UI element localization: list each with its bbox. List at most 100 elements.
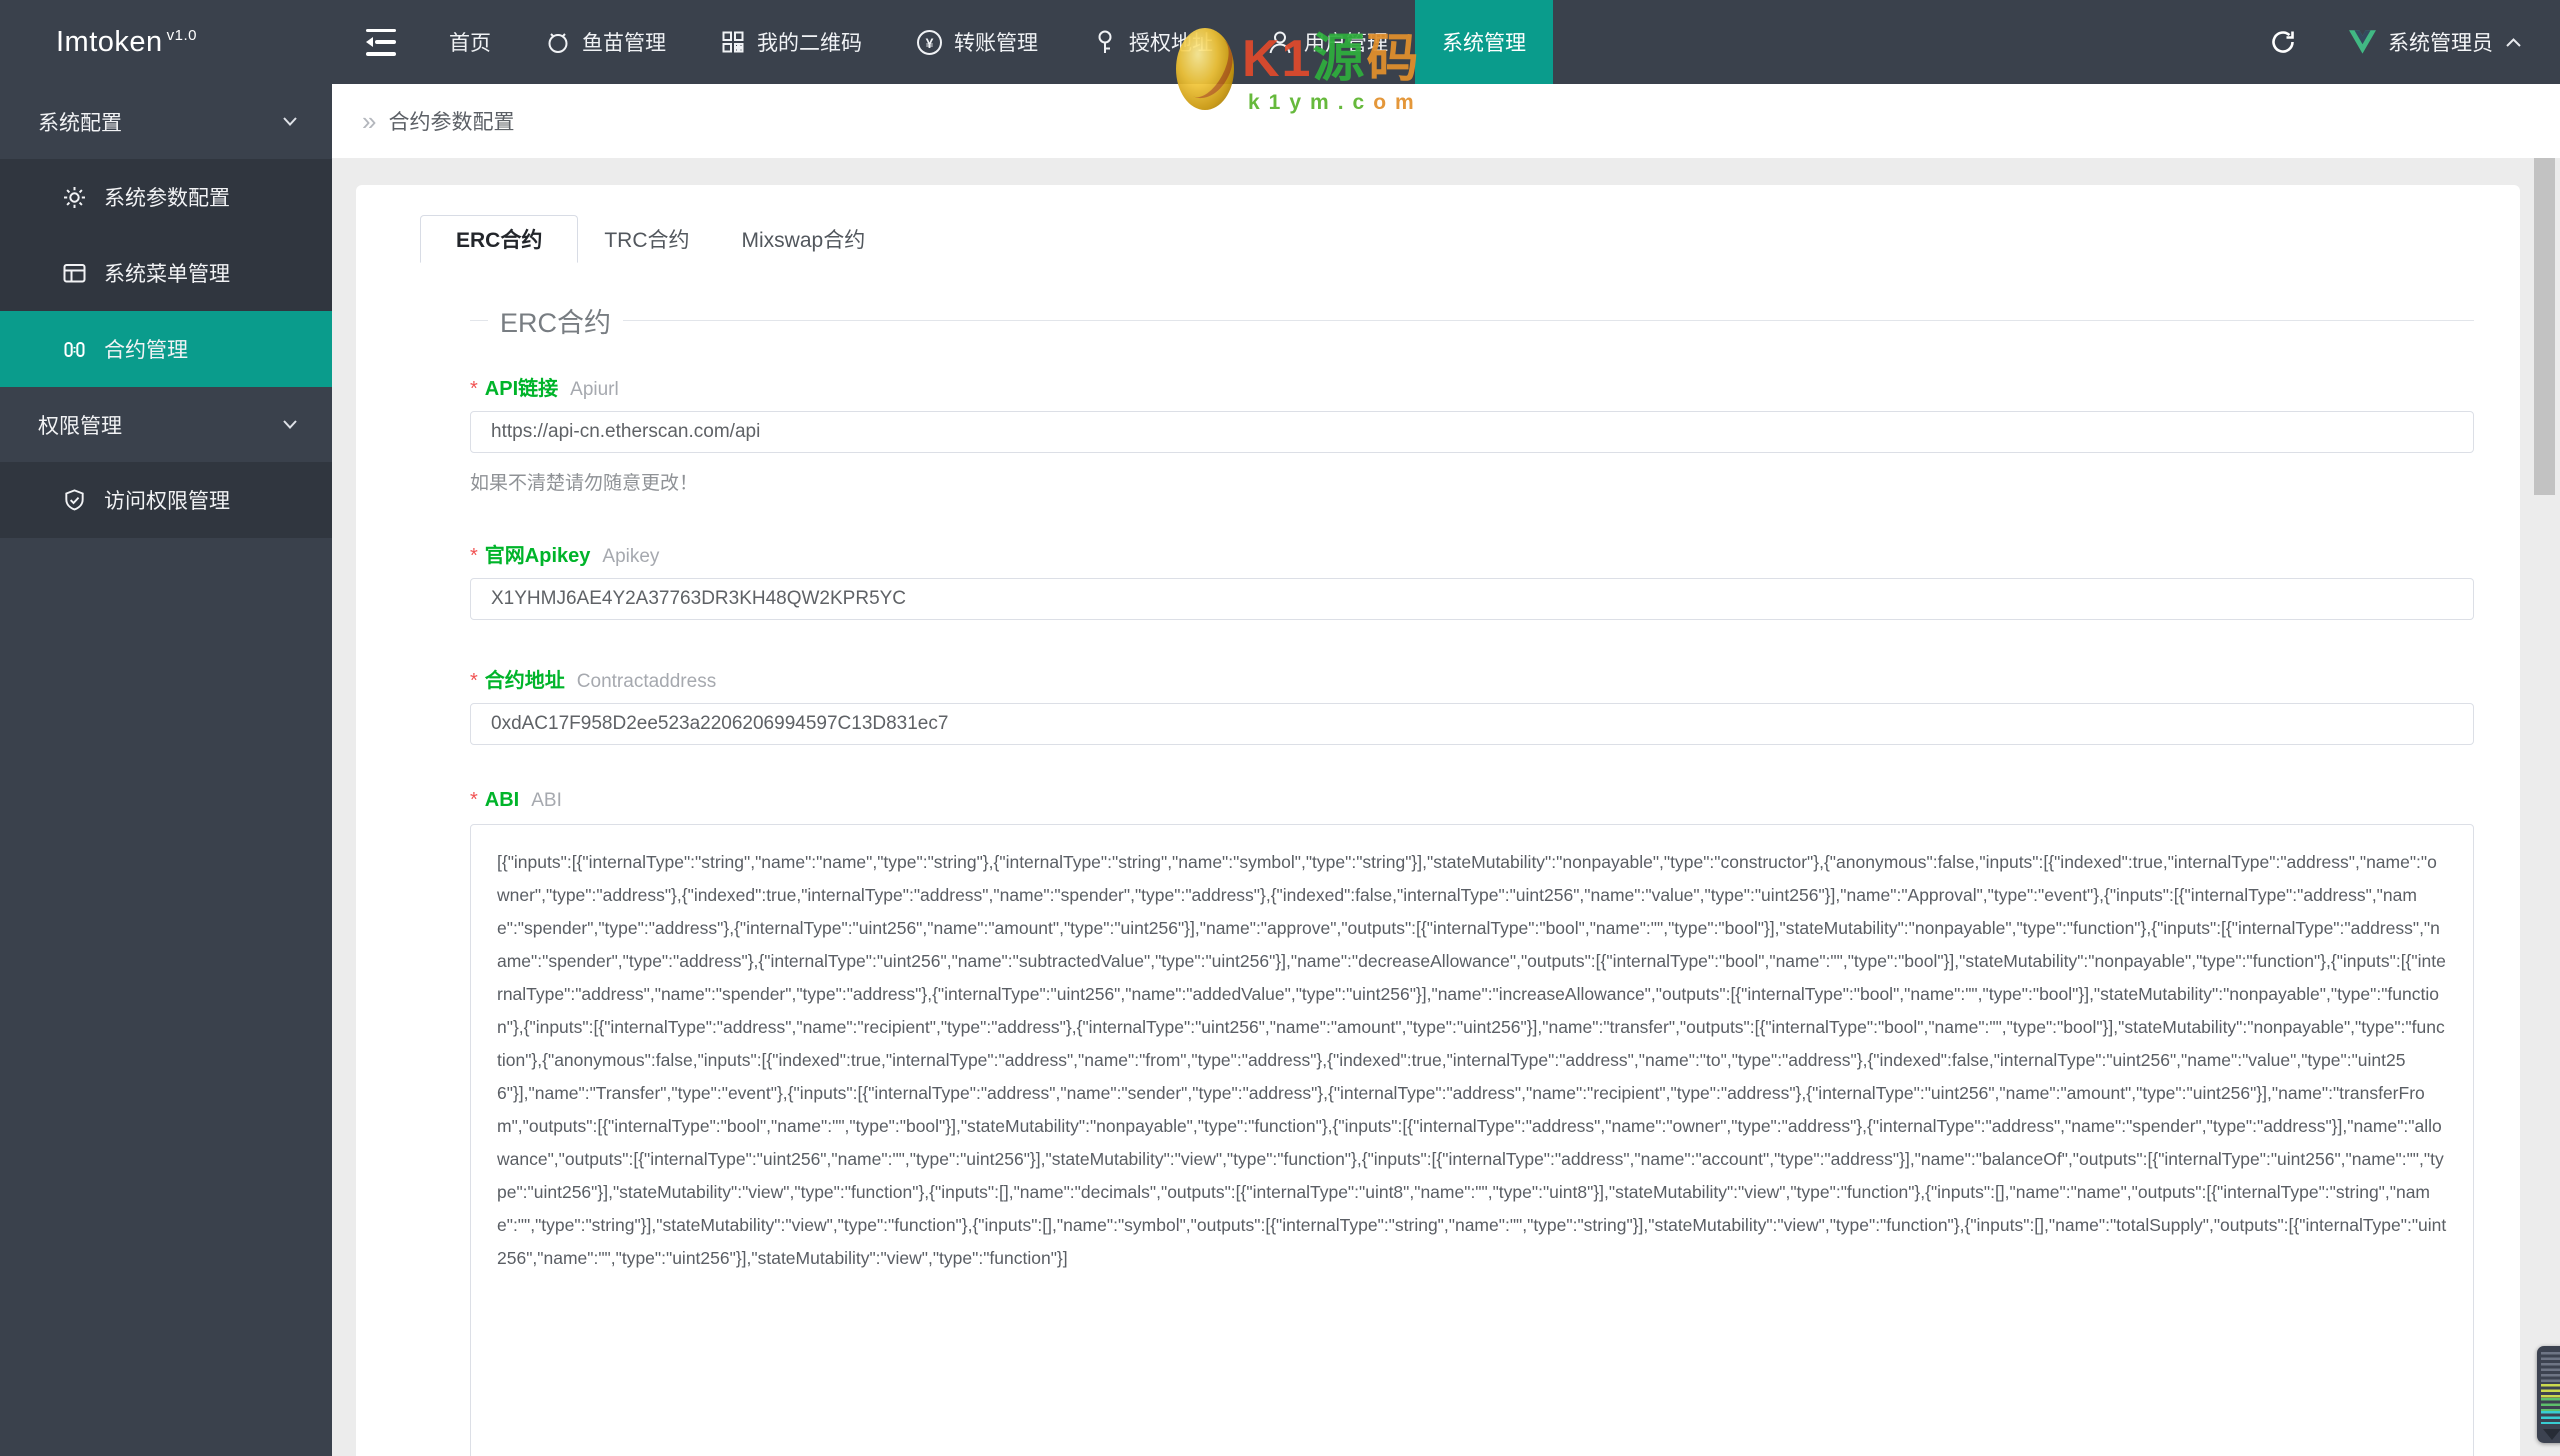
fish-clock-icon [545,29,571,55]
vue-logo-icon [2349,30,2376,54]
app-root: Imtoken v1.0 首页 鱼苗管理 我的二维码 ¥ 转账管理 授权地址 用… [0,0,2560,1456]
field-abi: * ABI ABI [{"inputs":[{"internalType":"s… [470,789,2474,1456]
gear-icon [62,185,87,210]
hamburger-bar [375,40,396,44]
abi-textarea[interactable]: [{"inputs":[{"internalType":"string","na… [470,824,2474,1456]
sidebar-item-contract-management[interactable]: 合约管理 [0,311,332,387]
field-apikey: * 官网Apikey Apikey [470,539,2474,620]
nav-item-home[interactable]: 首页 [422,0,518,84]
sidebar: 系统配置 系统参数配置 系统菜单管理 合约管理 权限管理 访问权限管理 [0,84,332,1456]
sidebar-item-access-permission-management[interactable]: 访问权限管理 [0,462,332,538]
chevron-down-icon [282,116,298,127]
field-api-url: * API链接 Apiurl 如果不清楚请勿随意更改！ [470,372,2474,495]
top-nav: 首页 鱼苗管理 我的二维码 ¥ 转账管理 授权地址 用户管理 系统管理 [422,0,1553,84]
widget-stripes-teal [2541,1411,2560,1424]
contract-icon [62,337,87,362]
sidebar-group-permission-management[interactable]: 权限管理 [0,387,332,462]
apikey-input[interactable] [470,578,2474,620]
nav-label: 系统管理 [1442,32,1526,55]
breadcrumb-title: 合约参数配置 [388,111,515,134]
sidebar-collapse-icon[interactable] [366,28,396,56]
hamburger-bar [366,28,396,32]
widget-stripes-yellow [2541,1384,2560,1398]
nav-label: 用户管理 [1304,32,1388,55]
hamburger-arrow [366,37,373,47]
nav-item-system-management[interactable]: 系统管理 [1415,0,1553,84]
tab-trc-contract[interactable]: TRC合约 [578,215,715,263]
fieldset-legend: ERC合约 [500,308,612,338]
sidebar-submenu-permission: 访问权限管理 [0,462,332,538]
required-asterisk: * [470,378,478,400]
field-contract-address: * 合约地址 Contractaddress [470,664,2474,745]
nav-label: 鱼苗管理 [582,32,666,55]
field-label-en: Apiurl [570,379,619,400]
main-content: ERC合约 TRC合约 Mixswap合约 ERC合约 * API链接 Apiu… [332,158,2560,1456]
erc-contract-form: ERC合约 * API链接 Apiurl 如果不清楚请勿随意更改！ * [470,301,2474,1456]
user-menu[interactable]: 系统管理员 [2349,27,2522,57]
sidebar-item-label: 合约管理 [104,339,188,362]
tab-label: Mixswap合约 [741,229,866,252]
chevron-down-icon [282,419,298,430]
menu-window-icon [62,261,87,286]
sidebar-item-label: 访问权限管理 [104,490,230,513]
key-icon [1092,29,1118,55]
nav-item-transfer-management[interactable]: ¥ 转账管理 [889,0,1065,84]
refresh-icon[interactable] [2269,28,2297,56]
app-version: v1.0 [166,26,198,44]
nav-label: 首页 [449,32,491,55]
required-asterisk: * [470,545,478,567]
field-label-zh: API链接 [484,378,559,400]
browser-extension-widget[interactable] [2537,1346,2560,1443]
qrcode-icon [720,29,746,55]
sidebar-group-system-config[interactable]: 系统配置 [0,84,332,159]
tab-mixswap-contract[interactable]: Mixswap合约 [716,215,892,263]
required-asterisk: * [470,670,478,692]
field-label-zh: 官网Apikey [484,545,591,567]
sidebar-submenu-system-config: 系统参数配置 系统菜单管理 合约管理 [0,159,332,387]
contract-address-input[interactable] [470,703,2474,745]
yen-circle-icon: ¥ [916,29,943,56]
breadcrumb-chevrons-icon: » [362,106,377,136]
sidebar-item-label: 系统菜单管理 [104,263,230,286]
nav-item-fry-management[interactable]: 鱼苗管理 [518,0,693,84]
nav-item-my-qrcode[interactable]: 我的二维码 [693,0,889,84]
erc-contract-fieldset: ERC合约 * API链接 Apiurl 如果不清楚请勿随意更改！ * [470,301,2474,1456]
field-label: * ABI ABI [470,789,2474,812]
app-logo-text: Imtoken [56,25,163,58]
nav-item-authorized-address[interactable]: 授权地址 [1065,0,1240,84]
required-asterisk: * [470,789,478,811]
sidebar-item-system-param-config[interactable]: 系统参数配置 [0,159,332,235]
api-url-input[interactable] [470,411,2474,453]
app-logo: Imtoken v1.0 [0,26,332,59]
field-label-en: Contractaddress [576,671,717,692]
user-icon [1267,29,1293,55]
current-user-name: 系统管理员 [2388,32,2493,55]
tab-label: ERC合约 [456,229,543,252]
svg-text:¥: ¥ [926,35,934,51]
contract-tabs: ERC合约 TRC合约 Mixswap合约 [420,215,2496,263]
field-label: * API链接 Apiurl [470,372,2474,401]
widget-arrow-down-icon [2543,1429,2560,1440]
field-label: * 合约地址 Contractaddress [470,664,2474,693]
breadcrumb: » 合约参数配置 [332,84,2560,158]
content-card: ERC合约 TRC合约 Mixswap合约 ERC合约 * API链接 Apiu… [356,185,2520,1456]
nav-label: 授权地址 [1129,32,1213,55]
nav-label: 我的二维码 [757,32,862,55]
vertical-scrollbar-thumb[interactable] [2534,158,2555,495]
sidebar-group-label: 权限管理 [38,414,122,438]
sidebar-item-system-menu-management[interactable]: 系统菜单管理 [0,235,332,311]
hamburger-mid [366,37,396,47]
chevron-up-icon [2505,37,2522,48]
tab-erc-contract[interactable]: ERC合约 [420,215,579,263]
widget-stripes-green [2541,1398,2560,1411]
topbar: Imtoken v1.0 首页 鱼苗管理 我的二维码 ¥ 转账管理 授权地址 用… [0,0,2560,84]
field-label-en: ABI [531,790,562,811]
nav-item-user-management[interactable]: 用户管理 [1240,0,1415,84]
field-label: * 官网Apikey Apikey [470,539,2474,568]
hamburger-bar [366,52,396,56]
shield-check-icon [62,488,87,513]
field-label-zh: 合约地址 [484,670,565,692]
sidebar-group-label: 系统配置 [38,111,122,135]
field-hint: 如果不清楚请勿随意更改！ [470,473,699,494]
topbar-right: 系统管理员 [2269,27,2560,57]
